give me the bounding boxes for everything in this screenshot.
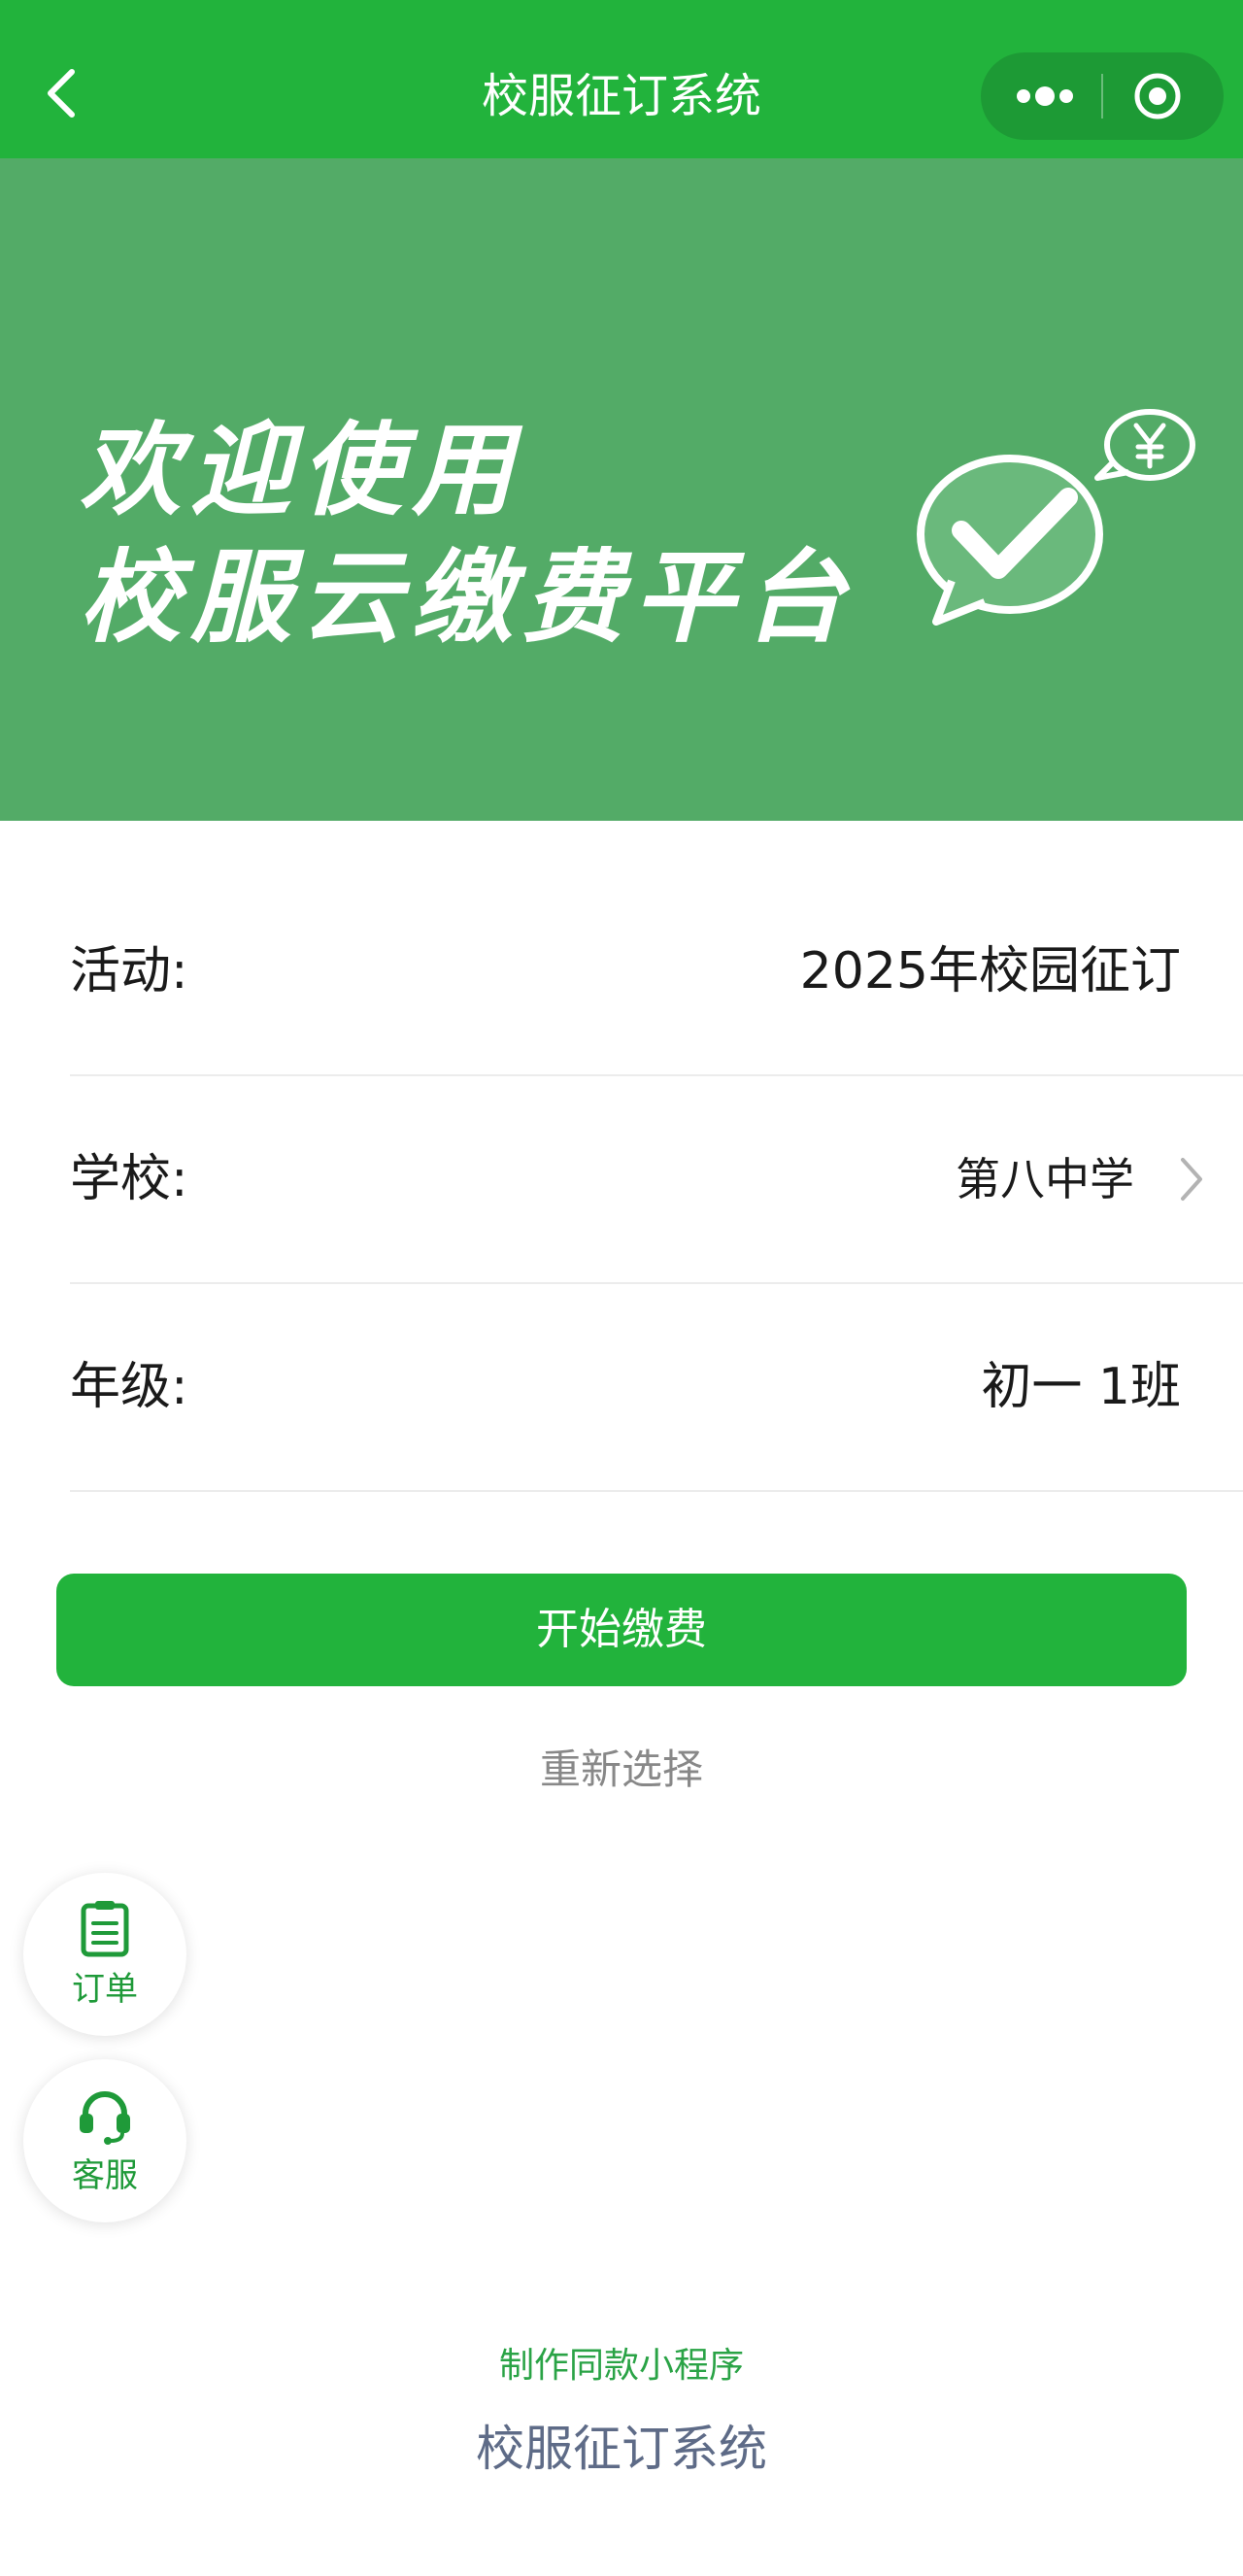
start-payment-button[interactable]: 开始缴费 xyxy=(56,1574,1187,1686)
yen-bubble-icon xyxy=(1094,409,1195,481)
activity-row: 活动: 2025年校园征订 xyxy=(70,866,1243,1076)
nav-bar: 校服征订系统 xyxy=(0,0,1243,158)
grade-value: 初一 1班 xyxy=(981,1358,1181,1416)
banner-line-2: 校服云缴费平台 xyxy=(80,538,856,657)
orders-label: 订单 xyxy=(72,1970,138,2009)
close-target-icon xyxy=(1134,73,1181,119)
service-float-button[interactable]: 客服 xyxy=(23,2059,186,2222)
more-button[interactable] xyxy=(981,52,1101,140)
reselect-button[interactable]: 重新选择 xyxy=(0,1735,1243,1805)
capsule-menu xyxy=(981,52,1224,140)
chevron-right-icon xyxy=(1181,1158,1202,1201)
school-label: 学校: xyxy=(70,1150,188,1208)
service-label: 客服 xyxy=(72,2156,138,2195)
more-dots-icon xyxy=(1017,86,1073,106)
close-miniapp-button[interactable] xyxy=(1103,52,1224,140)
wechat-pay-check-icon xyxy=(917,409,1195,626)
banner-line-1: 欢迎使用 xyxy=(80,411,523,529)
school-row[interactable]: 学校: 第八中学 xyxy=(70,1074,1243,1284)
make-same-miniapp-link[interactable]: 制作同款小程序 xyxy=(0,2339,1243,2393)
activity-value: 2025年校园征订 xyxy=(799,942,1181,1000)
orders-float-button[interactable]: 订单 xyxy=(23,1873,186,2036)
school-value: 第八中学 xyxy=(956,1153,1134,1205)
activity-label: 活动: xyxy=(70,942,188,1000)
grade-row: 年级: 初一 1班 xyxy=(70,1282,1243,1492)
footer-app-name: 校服征订系统 xyxy=(476,2421,767,2477)
order-list-icon xyxy=(81,1901,129,1957)
headset-icon xyxy=(80,2091,130,2145)
grade-label: 年级: xyxy=(70,1358,188,1416)
